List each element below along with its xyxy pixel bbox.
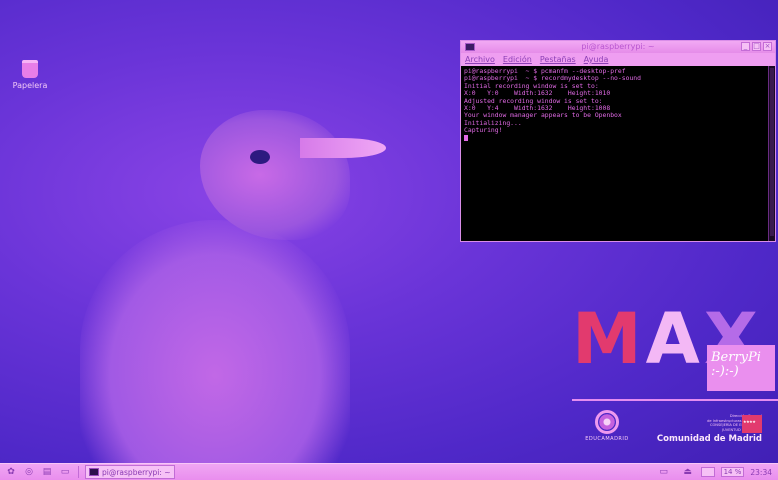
penguin-wallpaper-beak	[300, 138, 386, 158]
berrypi-badge: BerryPi :-):-)	[707, 345, 775, 391]
berrypi-smiley: :-):-)	[711, 364, 739, 379]
branding-divider	[572, 399, 778, 401]
terminal-cursor	[464, 134, 468, 141]
cpu-monitor	[700, 467, 715, 477]
clock[interactable]: 23:34	[750, 468, 772, 477]
terminal-app-icon	[465, 43, 475, 51]
menu-edicion[interactable]: Edición	[503, 53, 532, 66]
menu-pestanas[interactable]: Pestañas	[540, 53, 576, 66]
maximize-button[interactable]: □	[752, 42, 761, 51]
window-controls: _ □ ×	[741, 42, 772, 51]
menu-ayuda[interactable]: Ayuda	[584, 53, 609, 66]
terminal-window[interactable]: pi@raspberrypi: ~ _ □ × Archivo Edición …	[460, 40, 776, 242]
close-button[interactable]: ×	[763, 42, 772, 51]
system-tray: ▭ ⏏ 14 % 23:34	[653, 466, 778, 478]
terminal-titlebar[interactable]: pi@raspberrypi: ~ _ □ ×	[461, 41, 775, 53]
desktop-icon-label: Papelera	[12, 81, 48, 90]
eject-icon[interactable]: ⏏	[681, 466, 695, 478]
taskbar-window-label: pi@raspberrypi: ~	[102, 467, 171, 477]
minimize-button[interactable]: _	[741, 42, 750, 51]
terminal-launcher-icon[interactable]: ▭	[58, 466, 72, 478]
educamadrid-logo: EDUCAMADRID	[582, 410, 632, 442]
terminal-icon	[89, 468, 99, 476]
max-letter-m: M	[572, 298, 646, 380]
madrid-flag-icon	[742, 415, 762, 433]
taskbar-separator	[78, 466, 79, 478]
terminal-output[interactable]: pi@raspberrypi ~ $ pcmanfm --desktop-pre…	[461, 66, 775, 241]
trash-icon	[22, 60, 38, 78]
monitor-icon[interactable]: ▭	[657, 466, 671, 478]
window-title: pi@raspberrypi: ~	[581, 42, 655, 51]
start-menu-icon[interactable]: ✿	[4, 466, 18, 478]
taskbar-window-button[interactable]: pi@raspberrypi: ~	[85, 465, 175, 479]
taskbar: ✿ ◎ ▤ ▭ pi@raspberrypi: ~ ▭ ⏏ 14 % 23:34	[0, 463, 778, 480]
desktop-icon-trash[interactable]: Papelera	[12, 60, 48, 90]
terminal-line: Initializing...	[464, 118, 522, 127]
terminal-menubar: Archivo Edición Pestañas Ayuda	[461, 53, 775, 66]
penguin-wallpaper-body	[80, 220, 350, 480]
max-letter-a: A	[645, 298, 704, 380]
scrollbar-thumb[interactable]	[770, 68, 774, 236]
web-browser-icon[interactable]: ◎	[22, 466, 36, 478]
terminal-scrollbar[interactable]	[768, 66, 775, 241]
madrid-title: Comunidad de Madrid	[656, 434, 762, 445]
educamadrid-label: EDUCAMADRID	[585, 436, 629, 442]
cpu-percentage: 14 %	[720, 467, 745, 477]
terminal-cursor-line	[464, 134, 772, 142]
terminal-line: Capturing!	[464, 126, 503, 135]
penguin-wallpaper-eye	[250, 150, 270, 164]
menu-archivo[interactable]: Archivo	[465, 53, 495, 66]
file-manager-icon[interactable]: ▤	[40, 466, 54, 478]
berrypi-title: BerryPi	[711, 350, 761, 365]
educamadrid-icon	[595, 410, 619, 434]
